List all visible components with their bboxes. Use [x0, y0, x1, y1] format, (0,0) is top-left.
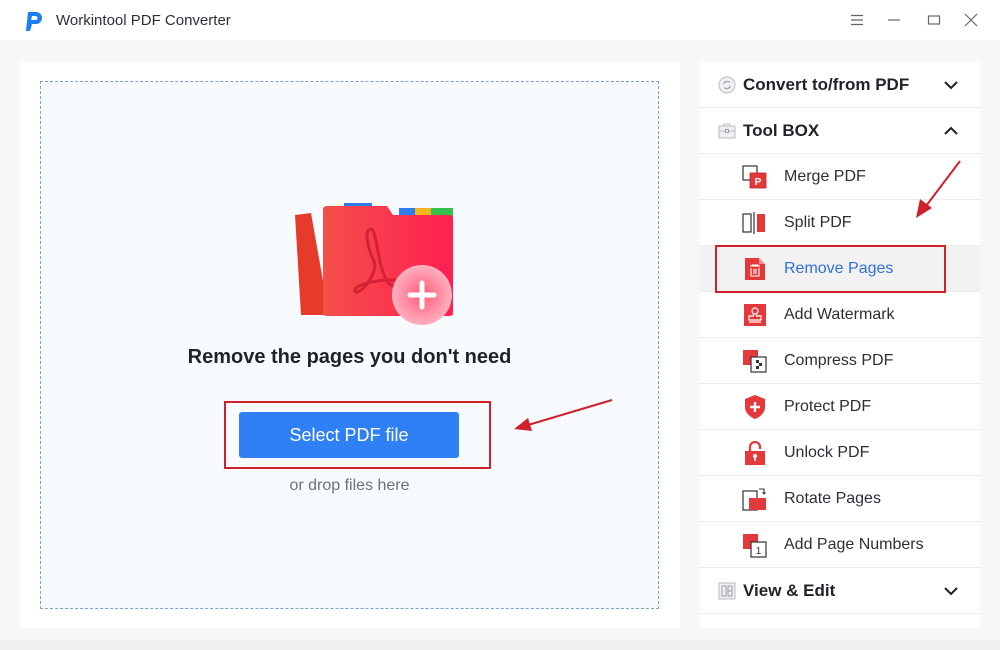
- tool-label: Merge PDF: [784, 167, 866, 185]
- section-label: View & Edit: [743, 580, 836, 600]
- tool-compress-pdf[interactable]: Compress PDF: [700, 338, 980, 384]
- hamburger-menu-icon: [851, 14, 863, 26]
- convert-icon: [718, 76, 736, 93]
- tool-label: Add Page Numbers: [784, 535, 924, 553]
- tool-add-page-numbers[interactable]: 1 Add Page Numbers: [700, 522, 980, 568]
- app-title: Workintool PDF Converter: [56, 12, 231, 29]
- section-label: Tool BOX: [743, 120, 820, 140]
- view-edit-icon: [718, 582, 736, 599]
- section-label: Convert to/from PDF: [743, 74, 910, 94]
- page-headline: Remove the pages you don't need: [187, 346, 512, 368]
- tool-label: Remove Pages: [784, 259, 894, 277]
- minimize-button[interactable]: [882, 8, 906, 32]
- app-logo-icon: [26, 12, 42, 31]
- tool-remove-pages[interactable]: Remove Pages: [700, 246, 980, 292]
- section-convert-to-from-pdf[interactable]: Convert to/from PDF: [700, 62, 980, 108]
- tool-label: Unlock PDF: [784, 443, 870, 461]
- tool-label: Split PDF: [784, 213, 852, 231]
- minimize-icon: [888, 19, 900, 21]
- compress-pdf-icon: [743, 349, 767, 373]
- tools-sidebar: Convert to/from PDF Tool BOX P Merge PDF…: [700, 62, 980, 628]
- tool-label: Add Watermark: [784, 305, 895, 323]
- pdf-folder-add-icon: [295, 203, 453, 325]
- rotate-pages-icon: [742, 487, 766, 511]
- page-numbers-icon: 1: [743, 533, 767, 558]
- split-pdf-icon: [742, 211, 765, 234]
- close-icon: [964, 13, 978, 27]
- tool-unlock-pdf[interactable]: Unlock PDF: [700, 430, 980, 476]
- toolbox-icon: [718, 123, 736, 138]
- tool-rotate-pages[interactable]: Rotate Pages: [700, 476, 980, 522]
- file-drop-zone[interactable]: Remove the pages you don't need Select P…: [40, 81, 659, 609]
- menu-button[interactable]: [845, 8, 869, 32]
- protect-pdf-icon: [745, 394, 765, 419]
- section-tool-box[interactable]: Tool BOX: [700, 108, 980, 154]
- tool-merge-pdf[interactable]: P Merge PDF: [700, 154, 980, 200]
- window-bottom-edge: [0, 640, 1000, 650]
- tool-split-pdf[interactable]: Split PDF: [700, 200, 980, 246]
- drop-files-hint: or drop files here: [289, 477, 410, 494]
- tool-protect-pdf[interactable]: Protect PDF: [700, 384, 980, 430]
- svg-text:P: P: [755, 177, 762, 188]
- close-button[interactable]: [959, 8, 983, 32]
- section-view-and-edit[interactable]: View & Edit: [700, 568, 980, 614]
- tool-add-watermark[interactable]: Add Watermark: [700, 292, 980, 338]
- select-pdf-file-button[interactable]: Select PDF file: [239, 412, 459, 458]
- chevron-down-icon[interactable]: [943, 77, 959, 93]
- tool-label: Rotate Pages: [784, 489, 881, 507]
- maximize-button[interactable]: [922, 8, 946, 32]
- chevron-up-icon[interactable]: [943, 123, 959, 139]
- merge-pdf-icon: P: [742, 164, 767, 188]
- svg-text:1: 1: [756, 546, 762, 557]
- maximize-icon: [927, 15, 941, 25]
- remove-pages-icon: [745, 257, 765, 280]
- tool-label: Protect PDF: [784, 397, 872, 415]
- chevron-down-icon[interactable]: [943, 583, 959, 599]
- tool-label: Compress PDF: [784, 351, 894, 369]
- watermark-icon: [744, 303, 766, 326]
- main-panel: Remove the pages you don't need Select P…: [20, 62, 680, 628]
- title-bar: Workintool PDF Converter: [0, 0, 1000, 40]
- unlock-pdf-icon: [745, 440, 765, 465]
